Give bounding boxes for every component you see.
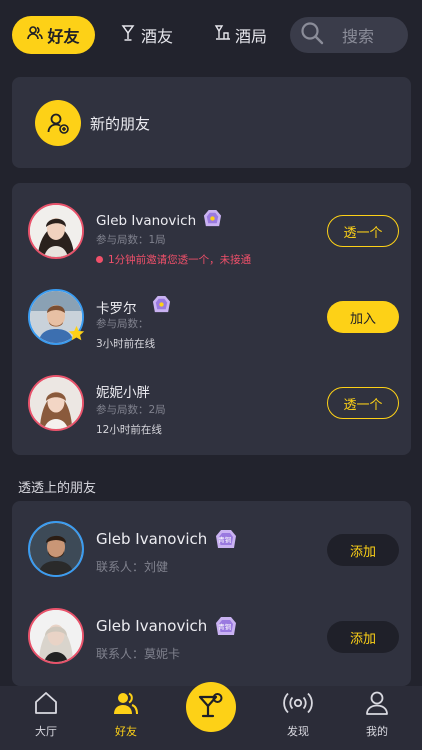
tab-friends-label: 好友 bbox=[47, 27, 80, 46]
tab-parties[interactable]: 酒局 bbox=[214, 16, 267, 54]
list-item[interactable]: Gleb Ivanovich 青铜 联系人：莫妮卡 添加 bbox=[12, 594, 411, 678]
last-online: 3小时前在线 bbox=[96, 338, 156, 350]
broadcast-icon bbox=[282, 690, 314, 719]
bottom-nav: 大厅 好友 发现 我的 bbox=[0, 682, 422, 750]
avatar bbox=[28, 375, 84, 431]
rounds-count: 参与局数：2局 bbox=[96, 404, 166, 416]
contact-name: 联系人：莫妮卡 bbox=[96, 647, 181, 661]
last-online: 12小时前在线 bbox=[96, 424, 162, 436]
suggested-friends-card: Gleb Ivanovich 青铜 联系人：刘健 添加 Gleb Ivanovi… bbox=[12, 501, 411, 686]
list-item[interactable]: 卡罗尔 参与局数： 3小时前在线 加入 bbox=[12, 275, 411, 359]
invite-status-text: 1分钟前邀请您透一个，未接通 bbox=[108, 254, 252, 266]
add-user-icon bbox=[35, 100, 81, 146]
contact-name: 联系人：刘健 bbox=[96, 560, 169, 574]
rounds-count: 参与局数： bbox=[96, 318, 149, 330]
section-title: 透透上的朋友 bbox=[18, 481, 97, 496]
friend-name: Gleb Ivanovich bbox=[96, 212, 197, 229]
nav-friends[interactable]: 好友 bbox=[96, 690, 156, 746]
tab-drinkmates-label: 酒友 bbox=[141, 27, 174, 46]
list-item[interactable]: 妮妮小胖 参与局数：2局 12小时前在线 透一个 bbox=[12, 361, 411, 445]
new-friends-card[interactable]: 新的朋友 bbox=[12, 77, 411, 168]
nav-discover-label: 发现 bbox=[287, 725, 309, 738]
rounds-count: 参与局数：1局 bbox=[96, 234, 166, 246]
list-item[interactable]: Gleb Ivanovich 青铜 联系人：刘健 添加 bbox=[12, 507, 411, 591]
nav-mine-label: 我的 bbox=[366, 725, 388, 738]
suggest-name-row: Gleb Ivanovich 青铜 bbox=[96, 529, 237, 549]
new-friends-label: 新的朋友 bbox=[90, 115, 151, 133]
suggest-name: Gleb Ivanovich bbox=[96, 530, 208, 548]
top-tab-bar: 好友 酒友 酒局 搜索 bbox=[0, 0, 422, 68]
star-icon bbox=[68, 325, 85, 342]
vip-badge-icon bbox=[152, 295, 171, 318]
friends-icon bbox=[27, 25, 44, 45]
rank-badge-text: 青铜 bbox=[218, 536, 232, 544]
user-icon bbox=[364, 690, 390, 719]
toast-button[interactable]: 透一个 bbox=[327, 387, 399, 419]
avatar bbox=[28, 203, 84, 259]
invite-status: 1分钟前邀请您透一个，未接通 bbox=[96, 252, 251, 267]
search-placeholder: 搜索 bbox=[342, 27, 375, 46]
rank-badge-icon: 青铜 bbox=[215, 616, 237, 636]
vip-badge-icon bbox=[203, 209, 222, 232]
friends-icon bbox=[113, 690, 139, 719]
search-input[interactable]: 搜索 bbox=[290, 17, 408, 53]
party-icon bbox=[214, 25, 230, 45]
avatar bbox=[28, 608, 84, 664]
alert-dot-icon bbox=[96, 256, 103, 263]
friend-name-row: 卡罗尔 bbox=[96, 295, 171, 318]
avatar bbox=[28, 521, 84, 577]
friend-name: 妮妮小胖 bbox=[96, 385, 150, 401]
nav-discover[interactable]: 发现 bbox=[268, 690, 328, 746]
cocktail-icon bbox=[196, 690, 226, 724]
glass-icon bbox=[120, 25, 136, 45]
nav-hall-label: 大厅 bbox=[35, 725, 57, 738]
nav-hall[interactable]: 大厅 bbox=[16, 690, 76, 746]
tab-parties-label: 酒局 bbox=[235, 27, 268, 46]
nav-mine[interactable]: 我的 bbox=[347, 690, 407, 746]
tab-friends[interactable]: 好友 bbox=[12, 16, 95, 54]
add-button[interactable]: 添加 bbox=[327, 621, 399, 653]
home-icon bbox=[33, 690, 59, 719]
friends-list-card: Gleb Ivanovich 参与局数：1局 1分钟前邀请您透一个，未接通 透一… bbox=[12, 183, 411, 455]
center-action-button[interactable] bbox=[186, 682, 236, 732]
suggest-name: Gleb Ivanovich bbox=[96, 617, 208, 635]
nav-friends-label: 好友 bbox=[115, 725, 137, 738]
friend-name-row: Gleb Ivanovich bbox=[96, 209, 222, 232]
rank-badge-text: 青铜 bbox=[218, 623, 232, 631]
list-item[interactable]: Gleb Ivanovich 参与局数：1局 1分钟前邀请您透一个，未接通 透一… bbox=[12, 189, 411, 273]
tab-drinkmates[interactable]: 酒友 bbox=[120, 16, 173, 54]
rank-badge-icon: 青铜 bbox=[215, 529, 237, 549]
toast-button[interactable]: 透一个 bbox=[327, 215, 399, 247]
join-button[interactable]: 加入 bbox=[327, 301, 399, 333]
friend-name: 卡罗尔 bbox=[96, 300, 137, 317]
add-button[interactable]: 添加 bbox=[327, 534, 399, 566]
search-icon bbox=[300, 21, 324, 49]
suggest-name-row: Gleb Ivanovich 青铜 bbox=[96, 616, 237, 636]
